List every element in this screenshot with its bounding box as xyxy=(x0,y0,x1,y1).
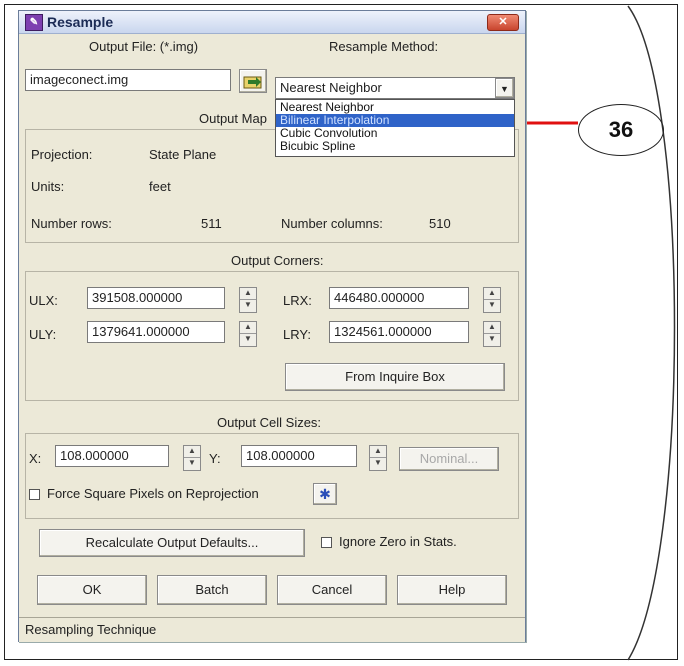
force-square-checkbox[interactable] xyxy=(29,489,40,500)
number-rows-label: Number rows: xyxy=(31,216,112,231)
units-label: Units: xyxy=(31,179,65,194)
units-value: feet xyxy=(149,179,171,194)
star-icon[interactable]: ✱ xyxy=(313,483,337,505)
resample-dialog: ✎ Resample ✕ Output File: (*.img) Resamp… xyxy=(18,10,526,642)
batch-button[interactable]: Batch xyxy=(157,575,267,605)
recalculate-defaults-button[interactable]: Recalculate Output Defaults... xyxy=(39,529,305,557)
method-option-bicubic[interactable]: Bicubic Spline xyxy=(276,140,514,153)
y-label: Y: xyxy=(209,451,221,466)
callout-number: 36 xyxy=(578,104,664,156)
uly-stepper[interactable]: ▲ ▼ xyxy=(239,321,257,347)
status-bar: Resampling Technique xyxy=(19,617,525,642)
ok-button[interactable]: OK xyxy=(37,575,147,605)
ignore-zero-label: Ignore Zero in Stats. xyxy=(339,534,457,549)
status-text: Resampling Technique xyxy=(25,622,157,637)
chevron-down-icon[interactable]: ▼ xyxy=(495,78,514,98)
output-cell-sizes-label: Output Cell Sizes: xyxy=(217,415,322,430)
y-cell-size-stepper[interactable]: ▲ ▼ xyxy=(369,445,387,471)
uly-label: ULY: xyxy=(29,327,57,342)
lry-stepper[interactable]: ▲ ▼ xyxy=(483,321,501,347)
close-button[interactable]: ✕ xyxy=(487,14,519,31)
lrx-stepper[interactable]: ▲ ▼ xyxy=(483,287,501,313)
x-cell-size-field[interactable]: 108.000000 xyxy=(55,445,169,467)
resample-method-value: Nearest Neighbor xyxy=(280,80,382,95)
ulx-field[interactable]: 391508.000000 xyxy=(87,287,225,309)
app-icon: ✎ xyxy=(25,14,43,31)
cancel-button[interactable]: Cancel xyxy=(277,575,387,605)
uly-field[interactable]: 1379641.000000 xyxy=(87,321,225,343)
number-columns-value: 510 xyxy=(429,216,451,231)
lry-field[interactable]: 1324561.000000 xyxy=(329,321,469,343)
help-button[interactable]: Help xyxy=(397,575,507,605)
browse-folder-button[interactable] xyxy=(239,69,267,93)
ulx-label: ULX: xyxy=(29,293,58,308)
x-cell-size-stepper[interactable]: ▲ ▼ xyxy=(183,445,201,471)
lrx-label: LRX: xyxy=(283,293,312,308)
from-inquire-box-button[interactable]: From Inquire Box xyxy=(285,363,505,391)
nominal-button[interactable]: Nominal... xyxy=(399,447,499,471)
dialog-title: Resample xyxy=(47,14,114,30)
ulx-stepper[interactable]: ▲ ▼ xyxy=(239,287,257,313)
projection-value: State Plane xyxy=(149,147,217,162)
output-map-label: Output Map xyxy=(199,111,267,126)
x-label: X: xyxy=(29,451,42,466)
resample-method-select[interactable]: Nearest Neighbor xyxy=(275,77,515,99)
number-rows-value: 511 xyxy=(201,216,222,231)
title-bar[interactable]: ✎ Resample ✕ xyxy=(19,11,525,34)
output-corners-label: Output Corners: xyxy=(231,253,324,268)
force-square-label: Force Square Pixels on Reprojection xyxy=(47,486,259,501)
resample-method-label: Resample Method: xyxy=(329,39,439,54)
y-cell-size-field[interactable]: 108.000000 xyxy=(241,445,357,467)
projection-label: Projection: xyxy=(31,147,93,162)
ignore-zero-checkbox[interactable] xyxy=(321,537,332,548)
lry-label: LRY: xyxy=(283,327,311,342)
number-columns-label: Number columns: xyxy=(281,216,383,231)
output-file-input[interactable]: imageconect.img xyxy=(25,69,231,91)
resample-method-list: Nearest Neighbor Bilinear Interpolation … xyxy=(275,99,515,157)
output-file-label: Output File: (*.img) xyxy=(89,39,199,54)
folder-icon xyxy=(243,76,262,89)
lrx-field[interactable]: 446480.000000 xyxy=(329,287,469,309)
